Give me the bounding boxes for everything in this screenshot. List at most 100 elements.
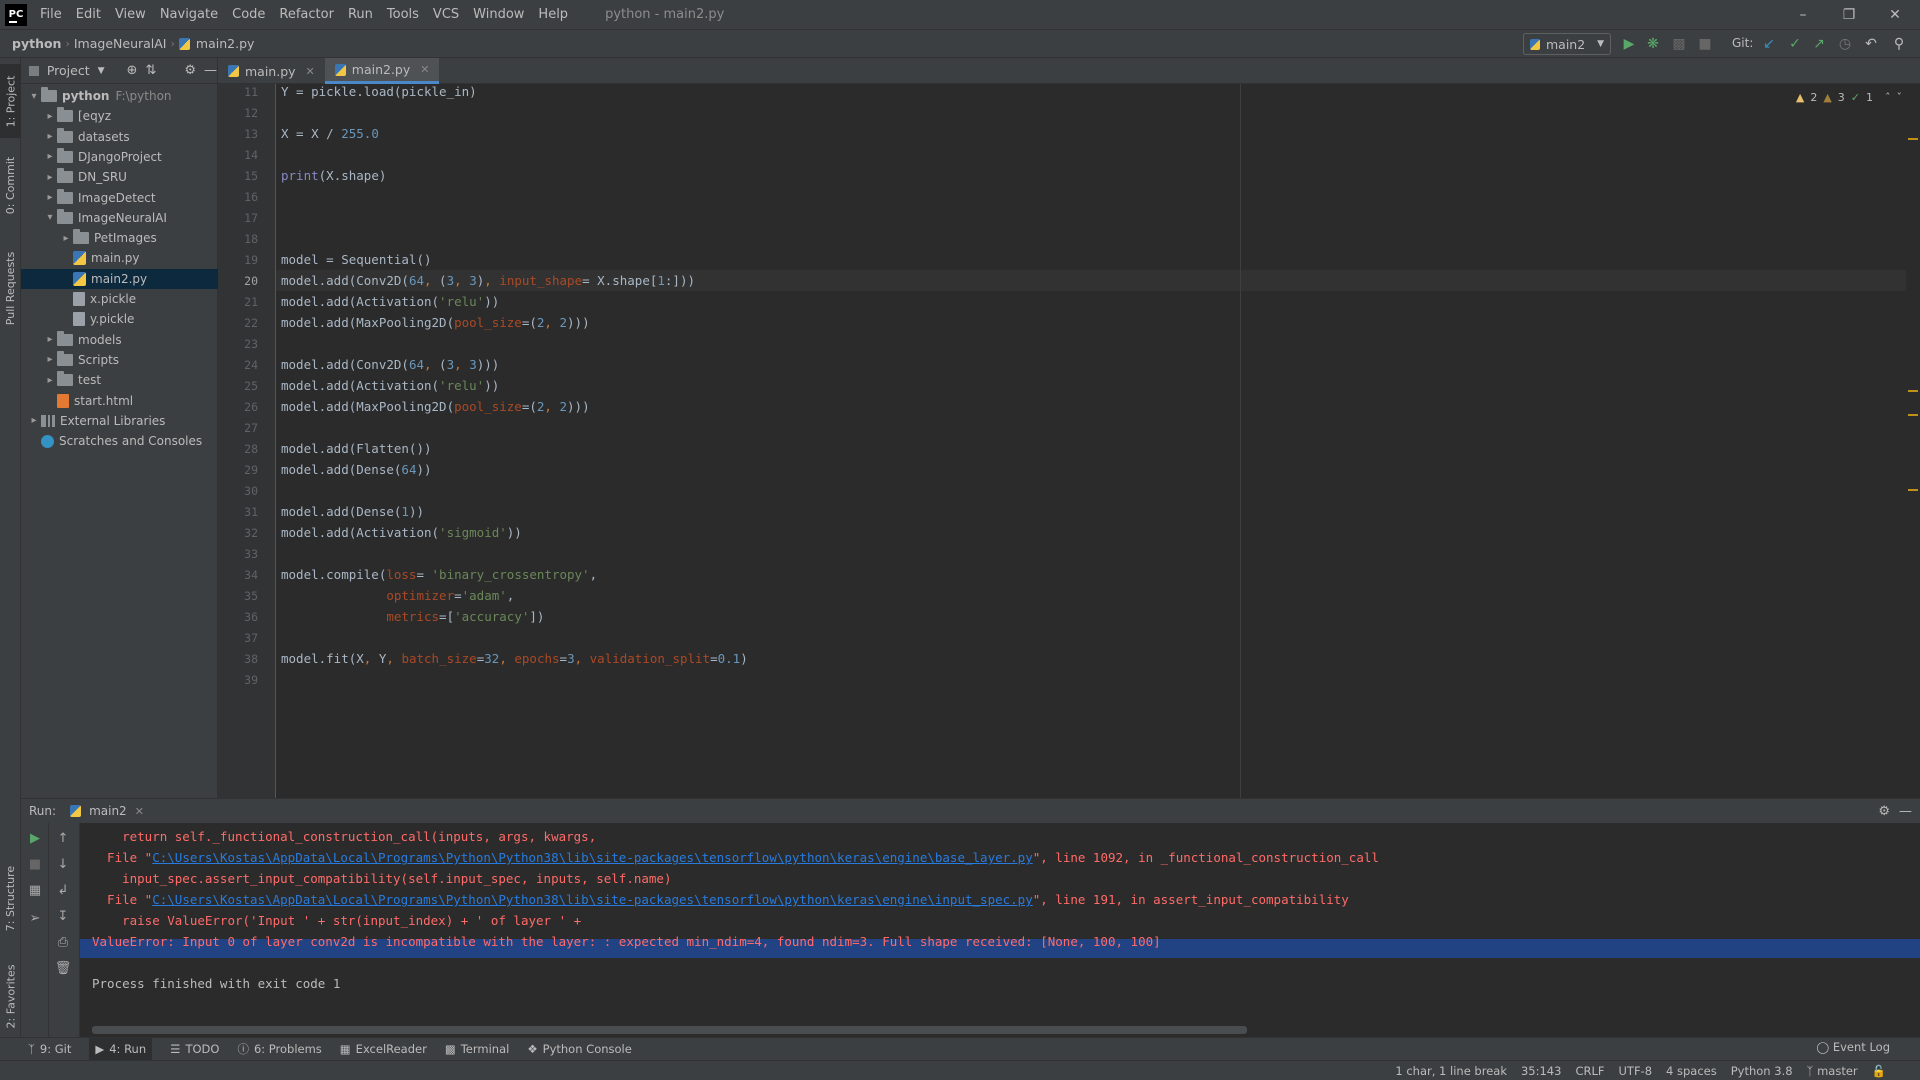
menu-view[interactable]: View xyxy=(108,0,153,29)
run-tab[interactable]: main2 xyxy=(89,804,127,818)
rollback-icon[interactable]: ↶ xyxy=(1862,35,1880,53)
code-editor[interactable]: Y = pickle.load(pickle_in) X = X / 255.0 p… xyxy=(276,84,1920,798)
search-icon[interactable]: ⚲ xyxy=(1890,35,1908,53)
close-icon[interactable]: ✕ xyxy=(1872,0,1918,29)
close-tab-icon[interactable]: ✕ xyxy=(135,805,144,818)
arrow-up-icon[interactable]: ↑ xyxy=(53,829,73,847)
git-push-icon[interactable]: ↗ xyxy=(1810,35,1828,53)
warning-marker[interactable] xyxy=(1908,390,1918,392)
chevron-down-icon[interactable]: ▾ xyxy=(27,91,41,102)
menu-code[interactable]: Code xyxy=(225,0,272,29)
traceback-file-link[interactable]: C:\Users\Kostas\AppData\Local\Programs\P… xyxy=(152,892,1033,907)
tree-item[interactable]: y.pickle xyxy=(21,309,218,329)
coverage-icon[interactable]: ▩ xyxy=(1670,35,1688,53)
indent-setting[interactable]: 4 spaces xyxy=(1666,1064,1717,1078)
tree-item[interactable]: ▾ ImageNeuralAI xyxy=(21,208,218,228)
chevron-right-icon[interactable]: ▸ xyxy=(43,375,57,386)
restore-icon[interactable]: ❐ xyxy=(1826,0,1872,29)
traceback-file-link[interactable]: C:\Users\Kostas\AppData\Local\Programs\P… xyxy=(152,850,1033,865)
chevron-down-icon[interactable]: ▾ xyxy=(43,212,57,223)
tree-item[interactable]: ▸ ImageDetect xyxy=(21,188,218,208)
code-line[interactable]: Y = pickle.load(pickle_in) xyxy=(281,81,477,102)
tool-tab-favorites[interactable]: 2: Favorites xyxy=(0,956,21,1036)
run-configuration-select[interactable]: main2 ▼ xyxy=(1523,33,1611,55)
code-line[interactable]: model.add(MaxPooling2D(pool_size=(2, 2))… xyxy=(281,312,590,333)
code-line[interactable]: model.compile(loss= 'binary_crossentropy… xyxy=(281,564,597,585)
tree-item[interactable]: main.py xyxy=(21,248,218,268)
tree-item[interactable]: ▸ Scripts xyxy=(21,350,218,370)
locate-icon[interactable]: ⊕ xyxy=(127,63,138,78)
git-commit-icon[interactable]: ✓ xyxy=(1786,35,1804,53)
traceback-file-line[interactable]: File "C:\Users\Kostas\AppData\Local\Prog… xyxy=(92,847,1379,868)
arrow-down-icon[interactable]: ↓ xyxy=(53,855,73,873)
gear-icon[interactable]: ⚙ xyxy=(184,63,196,78)
menu-vcs[interactable]: VCS xyxy=(426,0,466,29)
chevron-right-icon[interactable]: ▸ xyxy=(43,334,57,345)
code-line[interactable]: X = X / 255.0 xyxy=(281,123,379,144)
chevron-up-icon[interactable]: ˆ xyxy=(1885,91,1891,104)
warning-marker[interactable] xyxy=(1908,414,1918,416)
soft-wrap-icon[interactable]: ↲ xyxy=(53,881,73,899)
stop-icon[interactable]: ■ xyxy=(1696,35,1714,53)
trash-icon[interactable]: 🗑 xyxy=(53,959,73,977)
scroll-to-end-icon[interactable]: ↧ xyxy=(53,907,73,925)
menu-window[interactable]: Window xyxy=(466,0,531,29)
tool-todo[interactable]: ☰ TODO xyxy=(170,1042,219,1056)
code-line[interactable]: model.add(Activation('relu')) xyxy=(281,291,499,312)
pin-icon[interactable]: ➢ xyxy=(25,909,45,927)
chevron-right-icon[interactable]: ▸ xyxy=(59,233,73,244)
tree-item[interactable]: ▸ DJangoProject xyxy=(21,147,218,167)
close-tab-icon[interactable]: ✕ xyxy=(420,63,429,76)
code-line[interactable]: model.fit(X, Y, batch_size=32, epochs=3,… xyxy=(281,648,748,669)
file-encoding[interactable]: UTF-8 xyxy=(1619,1064,1653,1078)
traceback-file-line[interactable]: File "C:\Users\Kostas\AppData\Local\Prog… xyxy=(92,889,1349,910)
menu-tools[interactable]: Tools xyxy=(380,0,426,29)
chevron-right-icon[interactable]: ▸ xyxy=(43,172,57,183)
rerun-icon[interactable]: ▶ xyxy=(25,829,45,847)
code-line[interactable]: model.add(Activation('sigmoid')) xyxy=(281,522,522,543)
chevron-right-icon[interactable]: ▸ xyxy=(43,354,57,365)
layout-icon[interactable]: ▦ xyxy=(25,881,45,899)
tool-tab-project[interactable]: 1: Project xyxy=(0,64,21,138)
project-view-select[interactable]: Project xyxy=(47,63,90,78)
code-line[interactable]: model.add(Conv2D(64, (3, 3), input_shape… xyxy=(281,270,695,291)
tool-tab-pull-requests[interactable]: Pull Requests xyxy=(0,238,21,338)
hide-panel-icon[interactable]: — xyxy=(1899,804,1912,819)
tool-run[interactable]: ▶ 4: Run xyxy=(89,1038,153,1060)
warning-marker[interactable] xyxy=(1908,138,1918,140)
error-stripe[interactable] xyxy=(1906,84,1920,798)
code-line[interactable]: print(X.shape) xyxy=(281,165,386,186)
tool-tab-commit[interactable]: 0: Commit xyxy=(0,148,21,222)
tree-item[interactable]: ▾ python F:\python xyxy=(21,86,218,106)
collapse-all-icon[interactable]: ⇅ xyxy=(145,63,156,78)
stop-icon[interactable]: ■ xyxy=(25,855,45,873)
code-line[interactable]: optimizer='adam', xyxy=(281,585,514,606)
git-update-icon[interactable]: ↙ xyxy=(1760,35,1778,53)
gear-icon[interactable]: ⚙ xyxy=(1878,804,1890,819)
code-line[interactable]: metrics=['accuracy']) xyxy=(281,606,544,627)
tree-item[interactable]: ▸ PetImages xyxy=(21,228,218,248)
tree-item[interactable]: main2.py xyxy=(21,268,218,289)
menu-run[interactable]: Run xyxy=(341,0,380,29)
tree-item[interactable]: ▸ DN_SRU xyxy=(21,167,218,187)
tree-item[interactable]: ▸ datasets xyxy=(21,127,218,147)
horizontal-scrollbar[interactable] xyxy=(92,1026,1247,1034)
print-icon[interactable]: ⎙ xyxy=(53,933,73,951)
menu-help[interactable]: Help xyxy=(531,0,575,29)
code-line[interactable]: model.add(MaxPooling2D(pool_size=(2, 2))… xyxy=(281,396,590,417)
tree-item[interactable]: Scratches and Consoles xyxy=(21,431,218,451)
lock-icon[interactable]: 🔓 xyxy=(1872,1064,1886,1078)
breadcrumb-folder[interactable]: ImageNeuralAI xyxy=(70,36,171,51)
chevron-down-icon[interactable]: ˇ xyxy=(1897,91,1903,104)
history-icon[interactable]: ◷ xyxy=(1836,35,1854,53)
run-icon[interactable]: ▶ xyxy=(1620,35,1638,53)
tool-git[interactable]: ᛉ 9: Git xyxy=(28,1042,71,1056)
tool-problems[interactable]: ⓘ 6: Problems xyxy=(237,1041,321,1057)
tree-item[interactable]: ▸ test xyxy=(21,370,218,390)
code-line[interactable]: model.add(Flatten()) xyxy=(281,438,432,459)
chevron-down-icon[interactable]: ▼ xyxy=(98,66,105,76)
chevron-right-icon[interactable]: ▸ xyxy=(43,131,57,142)
console-output[interactable]: return self._functional_construction_cal… xyxy=(80,823,1920,1037)
debug-icon[interactable]: ❋ xyxy=(1644,35,1662,53)
chevron-right-icon[interactable]: ▸ xyxy=(43,111,57,122)
